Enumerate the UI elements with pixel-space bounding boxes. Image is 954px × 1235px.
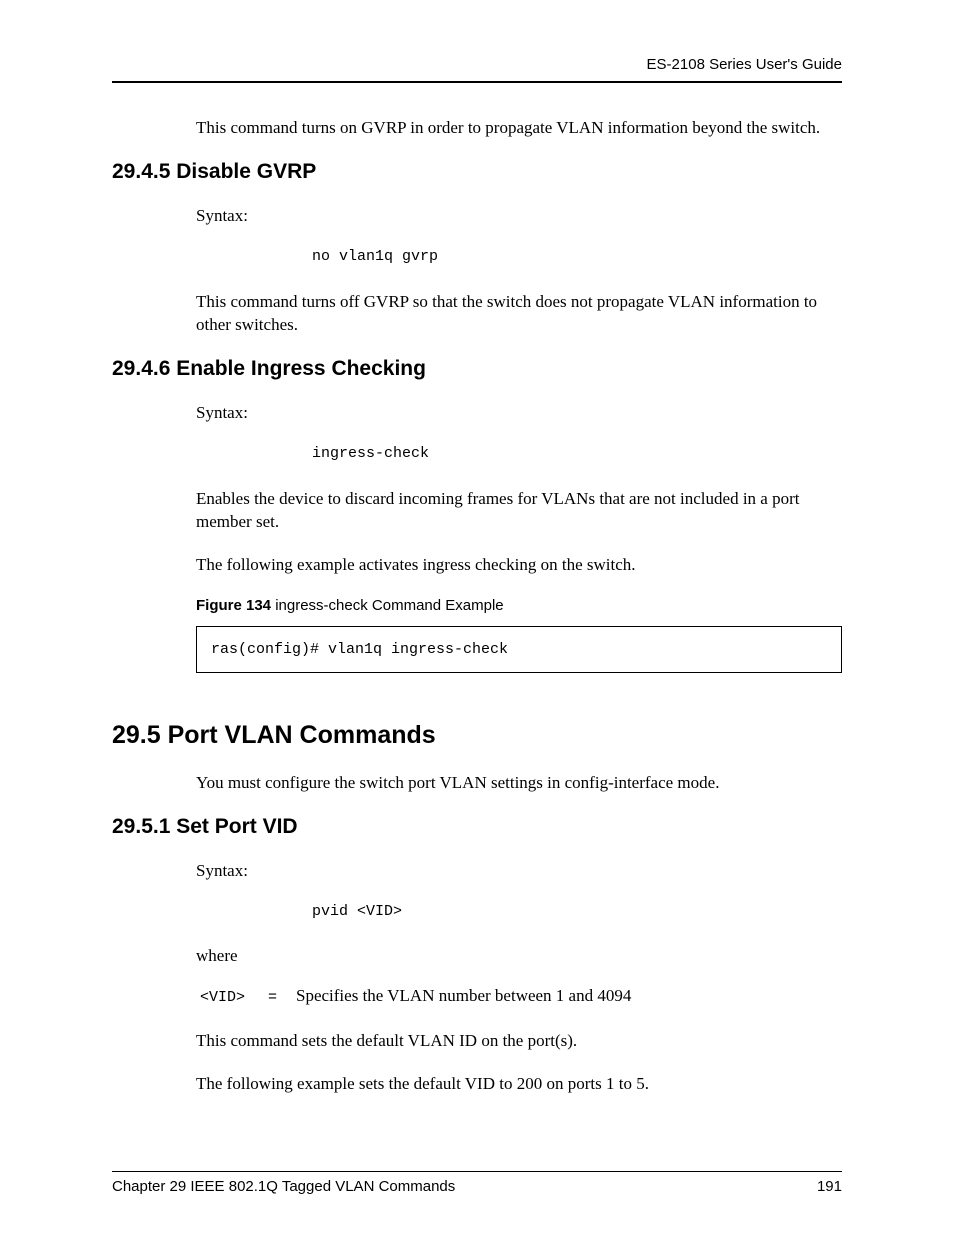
param-row: <VID> = Specifies the VLAN number betwee… bbox=[200, 986, 842, 1006]
code-ingress-check: ingress-check bbox=[312, 445, 842, 462]
heading-set-port-vid: 29.5.1 Set Port VID bbox=[112, 815, 842, 839]
code-example-box: ras(config)# vlan1q ingress-check bbox=[196, 626, 842, 673]
footer-chapter: Chapter 29 IEEE 802.1Q Tagged VLAN Comma… bbox=[112, 1178, 455, 1195]
header-guide-title: ES-2108 Series User's Guide bbox=[112, 56, 842, 73]
syntax-label: Syntax: bbox=[196, 861, 842, 881]
ingress-desc-1: Enables the device to discard incoming f… bbox=[196, 488, 842, 534]
set-port-vid-desc-2: The following example sets the default V… bbox=[196, 1073, 842, 1096]
figure-caption: Figure 134 ingress-check Command Example bbox=[196, 597, 842, 614]
heading-port-vlan-commands: 29.5 Port VLAN Commands bbox=[112, 721, 842, 750]
intro-paragraph: This command turns on GVRP in order to p… bbox=[196, 117, 842, 140]
figure-number: Figure 134 bbox=[196, 597, 271, 614]
heading-enable-ingress-checking: 29.4.6 Enable Ingress Checking bbox=[112, 357, 842, 381]
param-equals: = bbox=[268, 989, 296, 1006]
footer-page-number: 191 bbox=[817, 1178, 842, 1195]
footer-rule bbox=[112, 1171, 842, 1172]
page-footer: Chapter 29 IEEE 802.1Q Tagged VLAN Comma… bbox=[112, 1171, 842, 1195]
figure-title: ingress-check Command Example bbox=[271, 597, 504, 614]
syntax-label: Syntax: bbox=[196, 206, 842, 226]
code-pvid: pvid <VID> bbox=[312, 903, 842, 920]
header-rule bbox=[112, 81, 842, 83]
param-code: <VID> bbox=[200, 989, 268, 1006]
disable-gvrp-desc: This command turns off GVRP so that the … bbox=[196, 291, 842, 337]
syntax-label: Syntax: bbox=[196, 403, 842, 423]
port-vlan-desc: You must configure the switch port VLAN … bbox=[196, 772, 842, 795]
param-description: Specifies the VLAN number between 1 and … bbox=[296, 986, 631, 1006]
code-no-vlan1q-gvrp: no vlan1q gvrp bbox=[312, 248, 842, 265]
set-port-vid-desc-1: This command sets the default VLAN ID on… bbox=[196, 1030, 842, 1053]
where-label: where bbox=[196, 946, 842, 966]
heading-disable-gvrp: 29.4.5 Disable GVRP bbox=[112, 160, 842, 184]
ingress-desc-2: The following example activates ingress … bbox=[196, 554, 842, 577]
